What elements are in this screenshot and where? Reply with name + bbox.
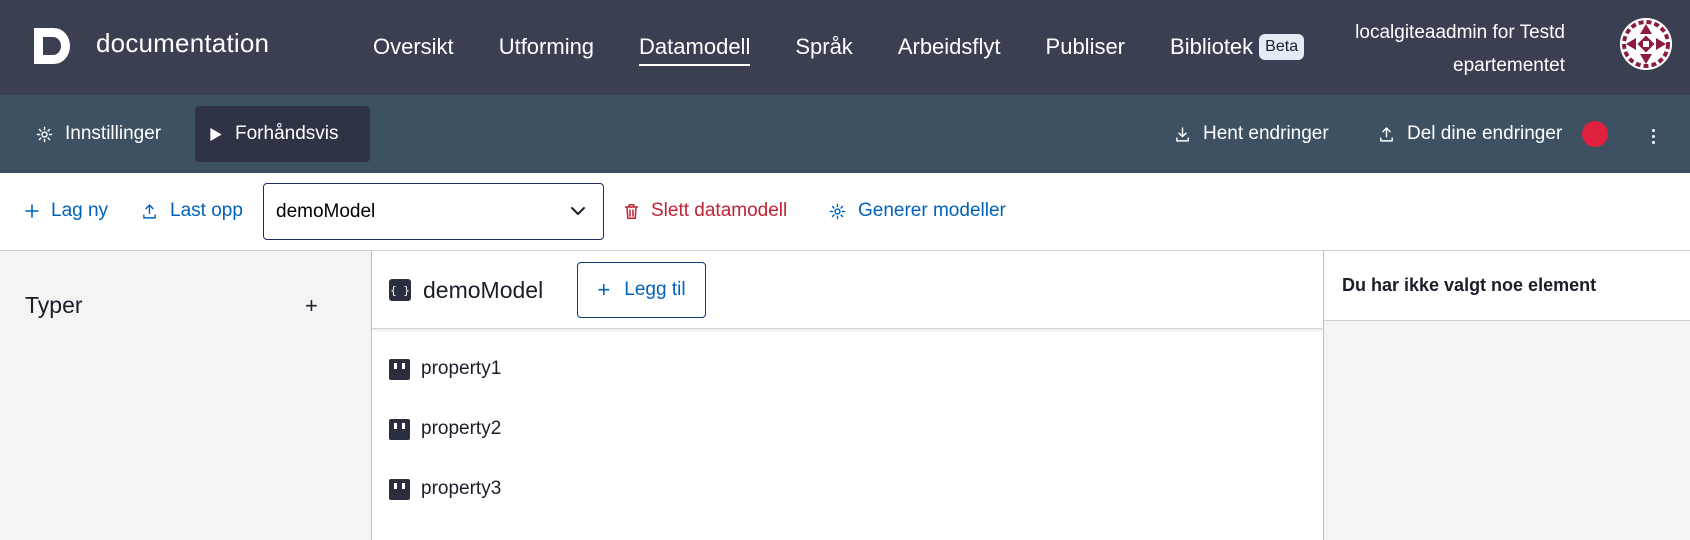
plus-icon	[25, 204, 39, 218]
string-field-icon	[389, 358, 410, 380]
delete-datamodel-button[interactable]: Slett datamodell	[624, 193, 787, 229]
model-name: demoModel	[423, 277, 544, 303]
main-navigation: Oversikt Utforming Datamodell Språk Arbe…	[373, 30, 1349, 66]
share-changes-button[interactable]: Del dine endringer	[1364, 106, 1622, 162]
user-line-1: localgiteaadmin for Testd	[1355, 22, 1565, 43]
delete-datamodel-label: Slett datamodell	[651, 200, 788, 221]
gear-icon	[829, 203, 846, 219]
nav-label: Arbeidsflyt	[897, 34, 1001, 59]
user-line-2: epartementet	[1453, 55, 1565, 76]
add-type-button[interactable]: +	[305, 293, 318, 319]
tree-item-property3[interactable]: property3	[389, 474, 501, 504]
settings-label: Innstillinger	[65, 123, 162, 144]
app-title: documentation	[96, 28, 270, 58]
nav-label: Bibliotek	[1170, 34, 1254, 59]
play-icon	[210, 127, 222, 141]
upload-button[interactable]: Last opp	[141, 193, 243, 229]
nav-label: Utforming	[498, 34, 595, 59]
share-changes-label: Del dine endringer	[1407, 123, 1563, 144]
model-select[interactable]: demoModel	[263, 183, 604, 240]
download-icon	[1176, 126, 1189, 142]
datamodel-toolbar: Lag ny Last opp demoModel Slett datamode…	[0, 173, 1690, 251]
details-panel: Du har ikke valgt noe element	[1324, 251, 1690, 540]
nav-sprak[interactable]: Språk	[795, 34, 852, 60]
plus-icon: +	[597, 277, 611, 302]
model-tree-header: { } demoModel + Legg til	[372, 251, 1324, 329]
user-org-label: localgiteaadmin for Testd epartementet	[1245, 16, 1565, 82]
sub-header: Innstillinger Forhåndsvis Hent endringer…	[0, 95, 1690, 173]
fetch-changes-button[interactable]: Hent endringer	[1160, 106, 1343, 162]
chevron-down-icon	[571, 207, 585, 215]
property-label: property1	[421, 358, 502, 379]
model-tree-panel: { } demoModel + Legg til property1 prope…	[372, 251, 1324, 540]
nav-datamodell[interactable]: Datamodell	[639, 34, 751, 66]
generate-models-button[interactable]: Generer modeller	[829, 193, 1006, 229]
nav-oversikt[interactable]: Oversikt	[373, 34, 454, 60]
upload-label: Last opp	[170, 200, 243, 221]
property-label: property2	[421, 418, 502, 439]
details-header: Du har ikke valgt noe element	[1324, 251, 1690, 321]
add-property-button[interactable]: + Legg til	[577, 262, 706, 318]
nav-label: Datamodell	[639, 34, 751, 59]
nav-label: Oversikt	[373, 34, 454, 59]
unsaved-changes-indicator	[1582, 121, 1609, 147]
preview-button[interactable]: Forhåndsvis	[195, 106, 370, 162]
fetch-changes-label: Hent endringer	[1203, 123, 1329, 144]
trash-icon	[624, 203, 639, 219]
tree-item-property1[interactable]: property1	[389, 354, 501, 384]
tree-item-property2[interactable]: property2	[389, 414, 501, 444]
nav-publiser[interactable]: Publiser	[1046, 34, 1125, 60]
property-label: property3	[421, 478, 502, 499]
nav-arbeidsflyt[interactable]: Arbeidsflyt	[898, 34, 1001, 60]
no-selection-message: Du har ikke valgt noe element	[1342, 275, 1597, 295]
create-new-label: Lag ny	[51, 200, 109, 221]
more-options-icon[interactable]	[1645, 124, 1661, 148]
upload-icon	[143, 203, 156, 219]
types-heading: Typer	[25, 292, 83, 318]
nav-label: Publiser	[1045, 34, 1126, 59]
generate-models-label: Generer modeller	[858, 200, 1006, 221]
string-field-icon	[389, 478, 410, 500]
altinn-studio-logo-icon[interactable]	[34, 28, 72, 64]
nav-utforming[interactable]: Utforming	[499, 34, 594, 60]
preview-label: Forhåndsvis	[235, 123, 339, 144]
add-property-label: Legg til	[624, 279, 686, 300]
create-new-button[interactable]: Lag ny	[25, 193, 108, 229]
nav-label: Språk	[795, 34, 853, 59]
model-select-value: demoModel	[276, 200, 376, 222]
upload-icon	[1380, 126, 1393, 142]
settings-button[interactable]: Innstillinger	[22, 106, 175, 162]
object-braces-icon: { }	[389, 279, 411, 301]
org-avatar-icon[interactable]	[1620, 18, 1672, 70]
string-field-icon	[389, 418, 410, 440]
types-panel: Typer +	[0, 251, 372, 540]
gear-icon	[36, 126, 53, 142]
top-header: documentation Oversikt Utforming Datamod…	[0, 0, 1690, 95]
